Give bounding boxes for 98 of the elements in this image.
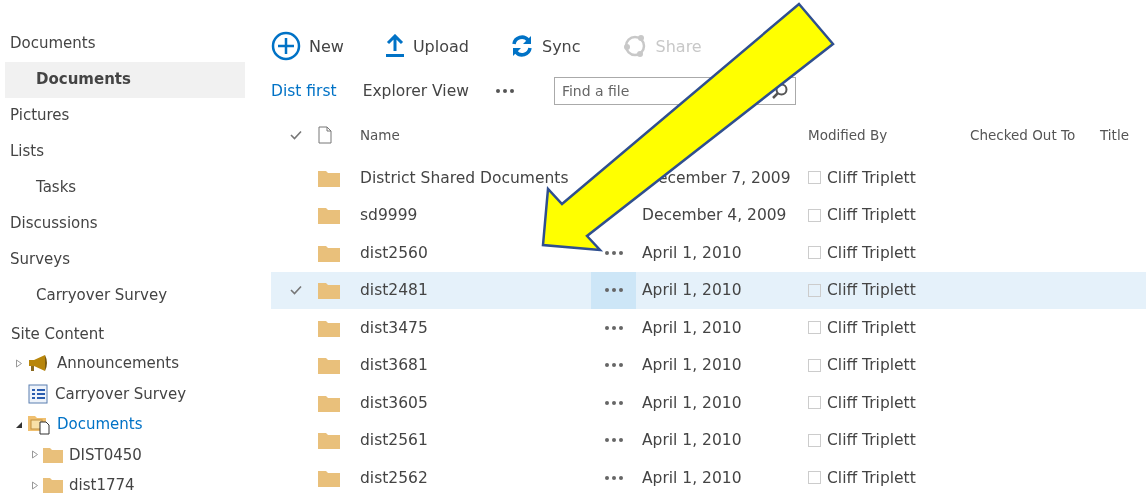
tree-item[interactable]: DIST0450 [69, 445, 142, 464]
file-name[interactable]: dist3475 [360, 318, 428, 337]
folder-icon [318, 206, 340, 225]
file-name[interactable]: dist3605 [360, 393, 428, 412]
document-icon [318, 126, 332, 144]
tree-item[interactable]: dist1774 [69, 476, 135, 495]
collapsed-triangle-icon[interactable] [31, 450, 39, 460]
modified-date: December 4, 2009 [642, 206, 787, 225]
tree-item[interactable]: Carryover Survey [55, 384, 186, 403]
folder-icon [318, 393, 340, 412]
search-icon [770, 82, 789, 100]
folder-document-icon [27, 413, 51, 436]
modified-date: April 1, 2010 [642, 468, 742, 487]
presence-checkbox [808, 246, 821, 260]
file-name[interactable]: dist2481 [360, 281, 428, 300]
table-row[interactable]: dist2561 April 1, 2010 Cliff Triplett [271, 421, 1146, 459]
more-icon[interactable] [603, 399, 624, 406]
file-name[interactable]: dist2561 [360, 431, 428, 450]
column-header[interactable]: Title [1100, 127, 1129, 143]
user-name[interactable]: Cliff Triplett [827, 468, 916, 487]
presence-checkbox [808, 471, 821, 485]
user-name[interactable]: Cliff Triplett [827, 206, 916, 225]
new-button[interactable]: New [271, 31, 344, 61]
folder-icon [43, 446, 63, 463]
tree-item[interactable]: Announcements [57, 354, 179, 373]
user-name[interactable]: Cliff Triplett [827, 431, 916, 450]
sync-button[interactable]: Sync [509, 34, 581, 58]
more-icon[interactable] [603, 474, 624, 481]
folder-icon [318, 356, 340, 375]
folder-icon [318, 431, 340, 450]
tree-item[interactable]: Documents [57, 415, 143, 434]
presence-checkbox [808, 396, 821, 410]
table-row[interactable]: dist3681 April 1, 2010 Cliff Triplett [271, 346, 1146, 384]
sidebar-item[interactable]: Carryover Survey [0, 278, 245, 314]
sidebar-item[interactable]: Pictures [0, 98, 245, 134]
presence-checkbox [808, 358, 821, 372]
folder-icon [318, 281, 340, 300]
plus-circle-icon [271, 31, 301, 61]
collapsed-triangle-icon[interactable] [15, 358, 23, 368]
more-icon[interactable] [603, 437, 624, 444]
modified-date: April 1, 2010 [642, 431, 742, 450]
more-icon[interactable] [603, 324, 624, 331]
sidebar-item[interactable]: Documents [5, 62, 245, 98]
column-header[interactable]: Name [360, 127, 400, 143]
more-icon[interactable] [494, 88, 515, 94]
checkmark-icon[interactable] [289, 285, 302, 296]
folder-icon [318, 243, 340, 262]
sidebar-item[interactable]: Tasks [0, 170, 245, 206]
folder-icon [318, 318, 340, 337]
user-name[interactable]: Cliff Triplett [827, 393, 916, 412]
more-icon[interactable] [603, 362, 624, 369]
file-name[interactable]: dist3681 [360, 356, 428, 375]
modified-date: April 1, 2010 [642, 393, 742, 412]
modified-date: April 1, 2010 [642, 318, 742, 337]
user-name[interactable]: Cliff Triplett [827, 356, 916, 375]
view-link[interactable]: Explorer View [362, 82, 469, 100]
presence-checkbox [808, 433, 821, 447]
file-name[interactable]: District Shared Documents [360, 168, 569, 187]
presence-checkbox [808, 321, 821, 335]
sidebar-item[interactable]: Discussions [0, 206, 245, 242]
modified-date: April 1, 2010 [642, 281, 742, 300]
file-name[interactable]: dist2560 [360, 243, 428, 262]
folder-icon [318, 468, 340, 487]
sync-icon [509, 34, 534, 58]
user-name[interactable]: Cliff Triplett [827, 243, 916, 262]
table-row[interactable]: dist3605 April 1, 2010 Cliff Triplett [271, 384, 1146, 422]
column-header[interactable]: Modified By [808, 127, 888, 143]
upload-button[interactable]: Upload [384, 34, 469, 58]
survey-list-icon [27, 383, 49, 404]
table-row[interactable]: dist2562 April 1, 2010 Cliff Triplett [271, 459, 1146, 497]
checkmark-icon[interactable] [289, 130, 302, 140]
user-name[interactable]: Cliff Triplett [827, 318, 916, 337]
modified-date: April 1, 2010 [642, 356, 742, 375]
table-row[interactable]: dist2560 April 1, 2010 Cliff Triplett [271, 234, 1146, 272]
presence-checkbox [808, 171, 821, 185]
presence-checkbox [808, 283, 821, 297]
more-icon[interactable] [603, 287, 624, 294]
sidebar-item[interactable]: Lists [0, 134, 245, 170]
share-icon [621, 33, 648, 59]
user-name[interactable]: Cliff Triplett [827, 281, 916, 300]
folder-icon [318, 168, 340, 187]
file-name[interactable]: sd9999 [360, 206, 418, 225]
table-row[interactable]: dist2481 April 1, 2010 Cliff Triplett [271, 271, 1146, 309]
table-row[interactable]: sd9999 December 4, 2009 Cliff Triplett [271, 196, 1146, 234]
table-row[interactable]: dist3475 April 1, 2010 Cliff Triplett [271, 309, 1146, 347]
more-icon[interactable] [603, 249, 624, 256]
sidebar-item[interactable]: Surveys [0, 242, 245, 278]
folder-icon [43, 477, 63, 494]
modified-date: April 1, 2010 [642, 243, 742, 262]
view-link[interactable]: Dist first [271, 82, 337, 100]
collapsed-triangle-icon[interactable] [31, 480, 39, 490]
sidebar-item[interactable]: Documents [0, 26, 245, 62]
column-header[interactable]: Checked Out To [970, 127, 1076, 143]
presence-checkbox [808, 208, 821, 222]
file-name[interactable]: dist2562 [360, 468, 428, 487]
section-title[interactable]: Site Content [0, 314, 245, 348]
upload-icon [384, 34, 405, 58]
user-name[interactable]: Cliff Triplett [827, 168, 916, 187]
